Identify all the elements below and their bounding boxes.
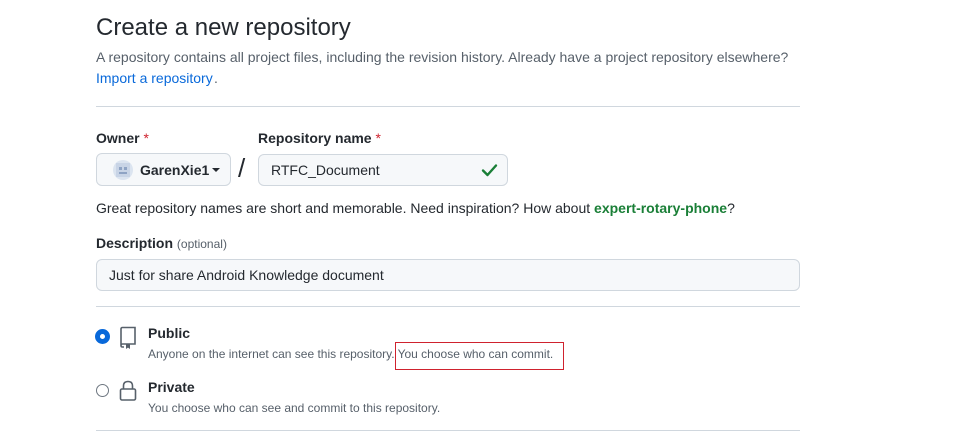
name-suggestion-link[interactable]: expert-rotary-phone <box>594 200 727 216</box>
private-option-description: You choose who can see and commit to thi… <box>148 401 441 415</box>
check-icon <box>481 162 498 183</box>
owner-label-text: Owner <box>96 130 140 146</box>
public-description-part1: Anyone on the internet can see this repo… <box>148 347 395 361</box>
private-radio[interactable] <box>96 384 109 397</box>
page-subtitle: A repository contains all project files,… <box>96 49 789 65</box>
repo-name-input[interactable]: RTFC_Document <box>258 154 508 186</box>
description-label: Description (optional) <box>96 235 227 251</box>
owner-required-mark: * <box>143 130 149 146</box>
description-input[interactable]: Just for share Android Knowledge documen… <box>96 259 800 291</box>
owner-repo-separator: / <box>238 153 246 183</box>
divider <box>96 306 800 307</box>
public-option-title: Public <box>148 325 191 341</box>
repo-name-label: Repository name * <box>258 130 381 146</box>
chevron-down-icon <box>212 167 221 172</box>
repo-name-label-text: Repository name <box>258 130 372 146</box>
avatar <box>113 159 133 180</box>
repo-book-icon <box>118 326 138 355</box>
import-repository-link[interactable]: Import a repository <box>96 70 213 86</box>
divider <box>96 430 800 431</box>
owner-name: GarenXie1 <box>140 161 210 178</box>
page-title: Create a new repository <box>96 14 351 41</box>
public-radio[interactable] <box>96 330 109 343</box>
private-option-title: Private <box>148 379 195 395</box>
hint-text: Great repository names are short and mem… <box>96 200 595 216</box>
owner-select-button[interactable]: GarenXie1 <box>96 153 231 186</box>
divider <box>96 106 800 107</box>
repo-name-required-mark: * <box>375 130 381 146</box>
owner-label: Owner * <box>96 130 149 146</box>
import-link-suffix: . <box>214 70 218 86</box>
annotation-highlight-box <box>395 342 564 370</box>
description-label-text: Description <box>96 235 174 251</box>
repo-name-hint: Great repository names are short and mem… <box>96 200 735 216</box>
lock-icon <box>118 379 138 408</box>
hint-suffix: ? <box>727 200 735 216</box>
description-optional-text: (optional) <box>176 237 227 251</box>
